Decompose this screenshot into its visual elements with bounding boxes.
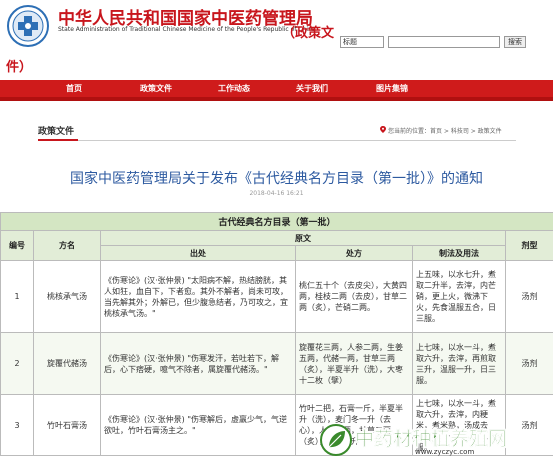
cell-method: 上七味，以水一斗，煮取六升，去滓，再煎取三升，温服一升，日三服。 — [412, 332, 506, 395]
section-divider-accent — [38, 139, 78, 141]
cell-origin: 《伤寒论》(汉·张仲景) "太阳病不解，热结膀胱，其人如狂，血自下，下者愈。其外… — [100, 260, 296, 333]
col-header-no: 编号 — [0, 230, 34, 261]
table-row: 1 桃核承气汤 《伤寒论》(汉·张仲景) "太阳病不解，热结膀胱，其人如狂，血自… — [0, 260, 553, 333]
site-subtitle: State Administration of Traditional Chin… — [58, 26, 316, 33]
cell-recipe: 桃仁五十个（去皮尖），大黄四两，桂枝二两（去皮），甘草二两（炙），芒硝二两。 — [295, 260, 413, 333]
cell-origin: 《伤寒论》(汉·张仲景) "伤寒解后，虚羸少气，气逆欲吐，竹叶石膏汤主之。" — [100, 394, 296, 456]
table-row: 2 旋覆代赭汤 《伤寒论》(汉·张仲景) "伤寒发汗，若吐若下，解后，心下痞硬，… — [0, 332, 553, 395]
main-nav: 首页 政策文件 工作动态 关于我们 图片集锦 — [0, 80, 553, 97]
watermark: 中药材种植养殖网 www.zyczyc.com — [319, 418, 549, 464]
cell-origin: 《伤寒论》(汉·张仲景) "伤寒发汗，若吐若下，解后，心下痞硬，噫气不除者，属旋… — [100, 332, 296, 395]
cell-recipe: 旋覆花三两，人参二两，生姜五两，代赭一两，甘草三两（炙），半夏半升（洗），大枣十… — [295, 332, 413, 395]
cell-no: 1 — [0, 260, 34, 333]
col-header-name: 方名 — [33, 230, 101, 261]
nav-underline — [0, 97, 553, 101]
nav-item-about[interactable]: 关于我们 — [296, 80, 328, 97]
article-date: 2018-04-16 16:21 — [249, 190, 304, 197]
cell-name: 桃核承气汤 — [33, 260, 101, 333]
location-pin-icon — [380, 126, 386, 133]
page-tag-part2: 件） — [6, 60, 33, 75]
cell-form: 汤剂 — [504, 260, 553, 333]
page-tag-part1: （政策文 — [282, 26, 335, 41]
col-header-recipe: 处方 — [295, 245, 413, 261]
nav-item-home[interactable]: 首页 — [66, 80, 82, 97]
col-header-origin: 出处 — [100, 245, 296, 261]
cell-method: 上五味，以水七升，煮取二升半，去滓，内芒硝，更上火，微沸下火，先食温服五合，日三… — [412, 260, 506, 333]
breadcrumb[interactable]: 您当前的位置：首页 > 科技司 > 政策文件 — [388, 126, 502, 135]
nav-item-gallery[interactable]: 图片集锦 — [376, 80, 408, 97]
col-header-source-group: 原文 — [100, 230, 506, 246]
col-header-form: 剂型 — [504, 230, 553, 261]
cell-name: 旋覆代赭汤 — [33, 332, 101, 395]
cell-name: 竹叶石膏汤 — [33, 394, 101, 456]
article-title: 国家中医药管理局关于发布《古代经典名方目录（第一批）》的通知 — [70, 171, 483, 187]
search-scope-select[interactable]: 标题 — [340, 36, 384, 48]
section-title: 政策文件 — [38, 127, 75, 137]
nav-item-policy[interactable]: 政策文件 — [140, 80, 172, 97]
watermark-text: 中药材种植养殖网 — [355, 428, 508, 450]
search-scope-value: 标题 — [343, 38, 357, 46]
section-divider — [38, 140, 516, 141]
emblem-logo[interactable] — [4, 4, 52, 48]
nav-item-news[interactable]: 工作动态 — [218, 80, 250, 97]
search-input[interactable] — [388, 36, 500, 48]
search-button[interactable]: 搜索 — [504, 36, 526, 48]
cell-no: 3 — [0, 394, 34, 456]
table-caption: 古代经典名方目录（第一批） — [0, 212, 553, 231]
watermark-url: www.zyczyc.com — [415, 448, 475, 456]
col-header-method: 制法及用法 — [412, 245, 506, 261]
leaf-logo-icon — [320, 424, 352, 456]
cell-no: 2 — [0, 332, 34, 395]
cell-form: 汤剂 — [504, 332, 553, 395]
